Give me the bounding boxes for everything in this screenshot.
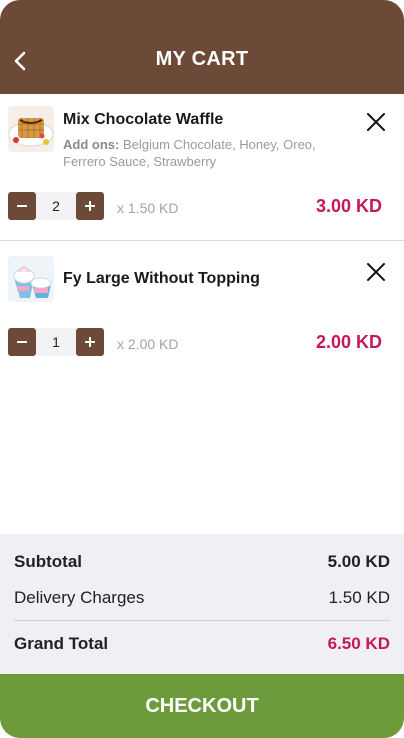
item-name: Fy Large Without Topping — [63, 270, 260, 287]
plus-icon — [85, 201, 95, 211]
quantity-value: 1 — [36, 328, 76, 356]
cart-item: Fy Large Without Topping 1 x 2.00 KD 2.0… — [0, 241, 404, 369]
line-total: 2.00 KD — [315, 332, 382, 352]
decrease-quantity-button[interactable] — [8, 328, 36, 356]
subtotal-label: Subtotal — [14, 552, 82, 571]
grand-total-row: Grand Total 6.50 KD — [14, 634, 390, 654]
summary-divider — [14, 620, 390, 621]
close-icon — [367, 113, 385, 131]
item-name: Mix Chocolate Waffle — [63, 111, 224, 128]
minus-icon — [17, 205, 27, 207]
grand-total-label: Grand Total — [14, 634, 109, 653]
checkout-button[interactable]: CHECKOUT — [0, 674, 404, 738]
delivery-charges-value: 1.50 KD — [328, 588, 390, 607]
cart-item: Mix Chocolate Waffle Add ons: Belgium Ch… — [0, 94, 404, 241]
grand-total-value: 6.50 KD — [327, 634, 390, 653]
waffle-product-image — [8, 106, 54, 152]
remove-item-button[interactable] — [366, 112, 386, 132]
minus-icon — [17, 341, 27, 343]
quantity-stepper: 1 — [8, 328, 104, 356]
delivery-charges-row: Delivery Charges 1.50 KD — [14, 588, 390, 608]
close-icon — [367, 263, 385, 281]
order-summary: Subtotal 5.00 KD Delivery Charges 1.50 K… — [0, 534, 404, 674]
increase-quantity-button[interactable] — [76, 328, 104, 356]
addons-label: Add ons: — [63, 137, 120, 152]
increase-quantity-button[interactable] — [76, 192, 104, 220]
unit-price: x 1.50 KD — [117, 200, 179, 216]
unit-price: x 2.00 KD — [117, 336, 179, 352]
plus-icon — [85, 337, 95, 347]
remove-item-button[interactable] — [366, 262, 386, 282]
decrease-quantity-button[interactable] — [8, 192, 36, 220]
line-total: 3.00 KD — [315, 196, 382, 216]
frozen-yogurt-product-image — [8, 256, 54, 302]
subtotal-value: 5.00 KD — [327, 552, 390, 571]
delivery-charges-label: Delivery Charges — [14, 588, 145, 607]
quantity-stepper: 2 — [8, 192, 104, 220]
page-title: MY CART — [155, 48, 249, 70]
subtotal-row: Subtotal 5.00 KD — [14, 552, 390, 572]
cart-screen: MY CART Mix Chocolate Waffle Add ons: Be… — [0, 0, 404, 738]
quantity-value: 2 — [36, 192, 76, 220]
item-addons: Add ons: Belgium Chocolate, Honey, Oreo,… — [63, 136, 343, 170]
header-bar: MY CART — [0, 0, 404, 94]
